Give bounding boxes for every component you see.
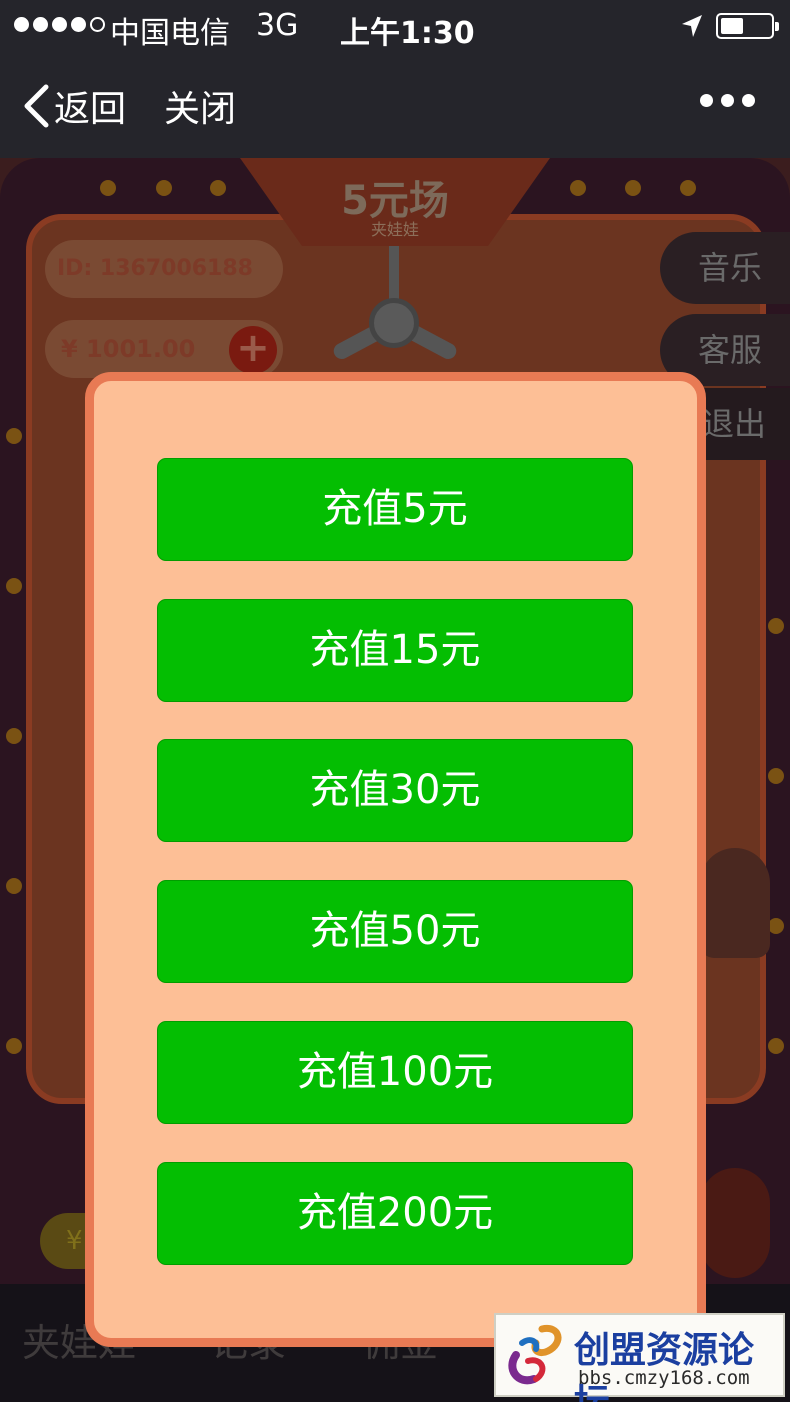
recharge-50-button[interactable]: 充值50元 [157, 880, 633, 983]
back-button[interactable]: 返回 [22, 82, 126, 130]
more-menu-icon[interactable] [700, 94, 755, 107]
claw-icon [369, 298, 419, 348]
add-balance-button[interactable]: + [229, 326, 277, 374]
signal-strength-icon [14, 17, 105, 32]
light-bulb [6, 1038, 22, 1054]
light-bulb [570, 180, 586, 196]
light-bulb [156, 180, 172, 196]
light-bulb [6, 578, 22, 594]
light-bulb [210, 180, 226, 196]
music-button[interactable]: 音乐 [660, 232, 790, 304]
light-bulb [625, 180, 641, 196]
chevron-left-icon [24, 84, 49, 128]
light-bulb [680, 180, 696, 196]
status-bar: 中国电信 3G 上午1:30 [0, 0, 790, 52]
grab-button[interactable] [700, 1168, 770, 1278]
light-bulb [6, 878, 22, 894]
forum-logo-icon [508, 1324, 562, 1385]
network-label: 3G [256, 8, 299, 43]
forum-title: 创盟资源论坛 [574, 1330, 755, 1402]
recharge-30-button[interactable]: 充值30元 [157, 739, 633, 842]
recharge-5-button[interactable]: 充值5元 [157, 458, 633, 561]
close-label: 关闭 [164, 89, 237, 130]
light-bulb [6, 728, 22, 744]
light-bulb [6, 428, 22, 444]
carrier-label: 中国电信 [110, 16, 230, 51]
light-bulb [768, 1038, 784, 1054]
prize-toy [700, 848, 770, 958]
light-bulb [768, 618, 784, 634]
game-subtitle: 夹娃娃 [370, 220, 419, 239]
forum-watermark: 创盟资源论坛 bbs.cmzy168.com [494, 1313, 785, 1402]
status-time: 上午1:30 [340, 16, 475, 51]
forum-url: bbs.cmzy168.com [578, 1367, 750, 1389]
nav-bar: 返回 关闭 [0, 52, 790, 158]
recharge-100-button[interactable]: 充值100元 [157, 1021, 633, 1124]
battery-icon [716, 13, 779, 39]
back-label: 返回 [54, 89, 127, 130]
recharge-dialog: 充值5元 充值15元 充值30元 充值50元 充值100元 充值200元 [85, 372, 706, 1347]
recharge-15-button[interactable]: 充值15元 [157, 599, 633, 702]
light-bulb [768, 768, 784, 784]
recharge-200-button[interactable]: 充值200元 [157, 1162, 633, 1265]
location-arrow-icon [682, 15, 702, 37]
light-bulb [100, 180, 116, 196]
close-button[interactable]: 关闭 [164, 82, 236, 130]
light-bulb [768, 918, 784, 934]
user-id-badge: ID: 1367006188 [45, 240, 283, 298]
